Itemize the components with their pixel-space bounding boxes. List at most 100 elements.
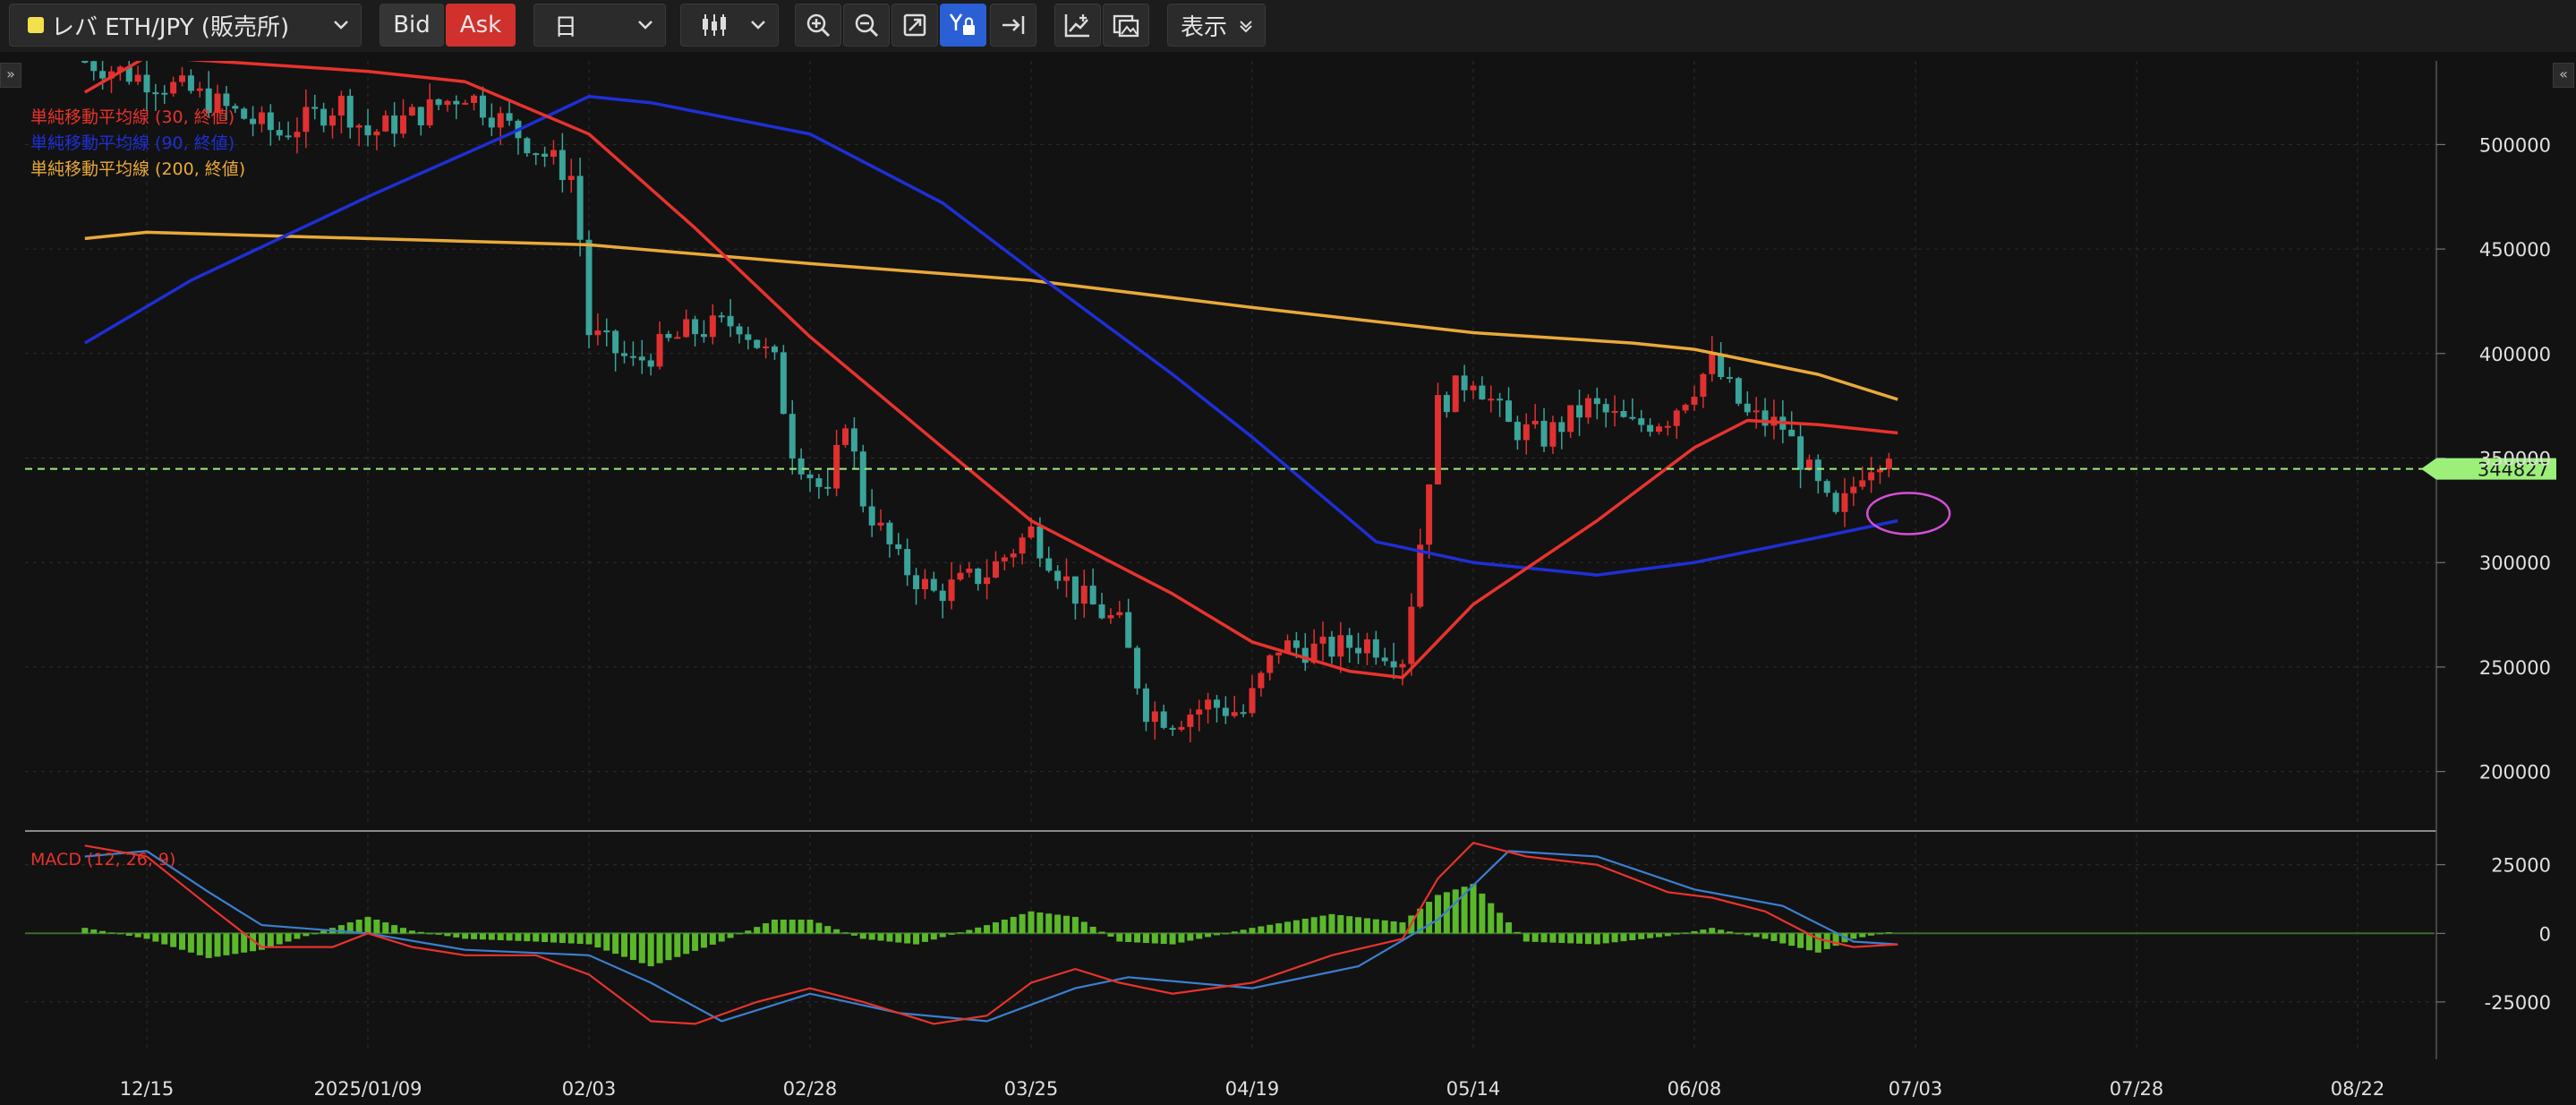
macd-y-tick-label: -25000 xyxy=(2485,992,2551,1014)
histogram-bar xyxy=(603,933,610,951)
histogram-bar xyxy=(957,932,964,934)
histogram-bar xyxy=(1709,928,1716,934)
auto-fit-button[interactable] xyxy=(891,4,938,47)
histogram-bar xyxy=(294,933,301,939)
candle-body xyxy=(1531,420,1539,424)
candle-body xyxy=(921,578,928,590)
histogram-bar xyxy=(1514,931,1521,934)
histogram-bar xyxy=(1275,923,1283,934)
candle-body xyxy=(1859,480,1866,487)
candle-body xyxy=(1443,395,1450,413)
candle-body xyxy=(550,150,557,158)
histogram-bar xyxy=(143,933,150,939)
candle-body xyxy=(1426,484,1433,545)
histogram-bar xyxy=(479,933,486,940)
chart-grid xyxy=(25,61,2437,1059)
candle-body xyxy=(1063,576,1070,581)
candle-body xyxy=(939,590,946,602)
candle-body xyxy=(1868,472,1875,481)
scroll-to-latest-button[interactable] xyxy=(990,4,1036,47)
candle-body xyxy=(833,444,840,489)
candle-body xyxy=(1523,424,1530,441)
candle-body xyxy=(559,150,566,181)
candle-body xyxy=(170,81,177,94)
zoom-out-button[interactable] xyxy=(843,4,890,47)
candle-body xyxy=(542,153,549,158)
add-indicator-button[interactable] xyxy=(1054,4,1101,47)
toolbar: レバ ETH/JPY (販売所) Bid Ask 日 表示 xyxy=(0,0,2576,52)
candle-body xyxy=(488,117,495,128)
sma90-line xyxy=(83,94,1898,577)
candle-body xyxy=(1850,486,1857,493)
histogram-bar xyxy=(1727,931,1734,934)
histogram-bar xyxy=(462,933,469,939)
display-menu-button[interactable]: 表示 xyxy=(1167,4,1266,47)
histogram-bar xyxy=(1328,913,1335,934)
candle-body xyxy=(975,568,982,585)
histogram-bar xyxy=(1718,929,1725,934)
histogram-bar xyxy=(638,933,645,964)
histogram-bar xyxy=(1814,933,1821,953)
candle-body xyxy=(1372,638,1379,658)
timeframe-selector[interactable]: 日 xyxy=(533,4,666,47)
candle-body xyxy=(1788,429,1796,437)
candle-body xyxy=(674,337,681,339)
y-axis-lock-button[interactable] xyxy=(940,4,986,47)
bid-button[interactable]: Bid xyxy=(380,4,444,47)
chart-area[interactable]: 344827 12/15 2025/01/09 02/03 02/28 03/25 04/… xyxy=(0,52,2576,1105)
candle-body xyxy=(709,315,716,338)
histogram-bar xyxy=(1319,915,1326,934)
x-tick-label: 07/03 xyxy=(1889,1078,1943,1100)
candle-body xyxy=(638,356,645,361)
candle-body xyxy=(1098,604,1105,619)
histogram-bar xyxy=(232,933,239,955)
histogram-bar xyxy=(1488,903,1495,934)
histogram-bar xyxy=(267,933,274,947)
histogram-bar xyxy=(1054,914,1062,934)
histogram-bar xyxy=(594,933,601,948)
candle-body xyxy=(576,176,584,240)
histogram-bar xyxy=(1788,933,1796,947)
histogram-bar xyxy=(1071,916,1079,934)
snapshot-button[interactable] xyxy=(1103,4,1149,47)
candle-body xyxy=(1497,398,1504,401)
histogram-bar xyxy=(311,933,319,935)
x-tick-label: 03/25 xyxy=(1004,1078,1059,1100)
chart-type-selector[interactable] xyxy=(680,4,779,47)
histogram-bar xyxy=(303,933,310,937)
image-snapshot-icon xyxy=(1112,12,1140,39)
histogram-bar xyxy=(524,933,531,942)
legend-sma30: 単純移動平均線 (30, 終値) xyxy=(30,107,235,127)
candle-body xyxy=(868,506,875,526)
x-tick-label: 07/28 xyxy=(2110,1078,2164,1100)
candle-body xyxy=(134,74,141,82)
candle-body xyxy=(603,330,610,333)
histogram-bar xyxy=(1655,933,1662,938)
histogram-bar xyxy=(1019,913,1026,934)
candle-body xyxy=(1434,395,1441,484)
symbol-selector[interactable]: レバ ETH/JPY (販売所) xyxy=(9,4,362,47)
x-tick-label: 04/19 xyxy=(1225,1078,1280,1100)
histogram-bar xyxy=(1850,933,1857,939)
ask-button[interactable]: Ask xyxy=(446,4,516,47)
histogram-bar xyxy=(1169,933,1176,945)
candle-body xyxy=(471,95,478,103)
macd-y-tick-label: 0 xyxy=(2539,923,2551,945)
histogram-bar xyxy=(125,933,132,936)
candle-body xyxy=(1337,635,1344,657)
zoom-in-button[interactable] xyxy=(795,4,841,47)
histogram-bar xyxy=(1523,933,1530,942)
histogram-bar xyxy=(833,929,840,934)
candle-body xyxy=(417,107,424,126)
histogram-bar xyxy=(408,930,415,934)
histogram-bar xyxy=(745,930,752,934)
histogram-bar xyxy=(1426,902,1433,934)
candle-body xyxy=(1540,420,1548,447)
histogram-bar xyxy=(1540,933,1548,943)
histogram-bar xyxy=(1868,933,1875,936)
histogram-bar xyxy=(550,933,557,943)
x-tick-label: 2025/01/09 xyxy=(313,1078,422,1100)
candle-body xyxy=(1735,378,1742,404)
chevron-down-icon xyxy=(749,15,767,35)
histogram-bar xyxy=(984,925,991,934)
